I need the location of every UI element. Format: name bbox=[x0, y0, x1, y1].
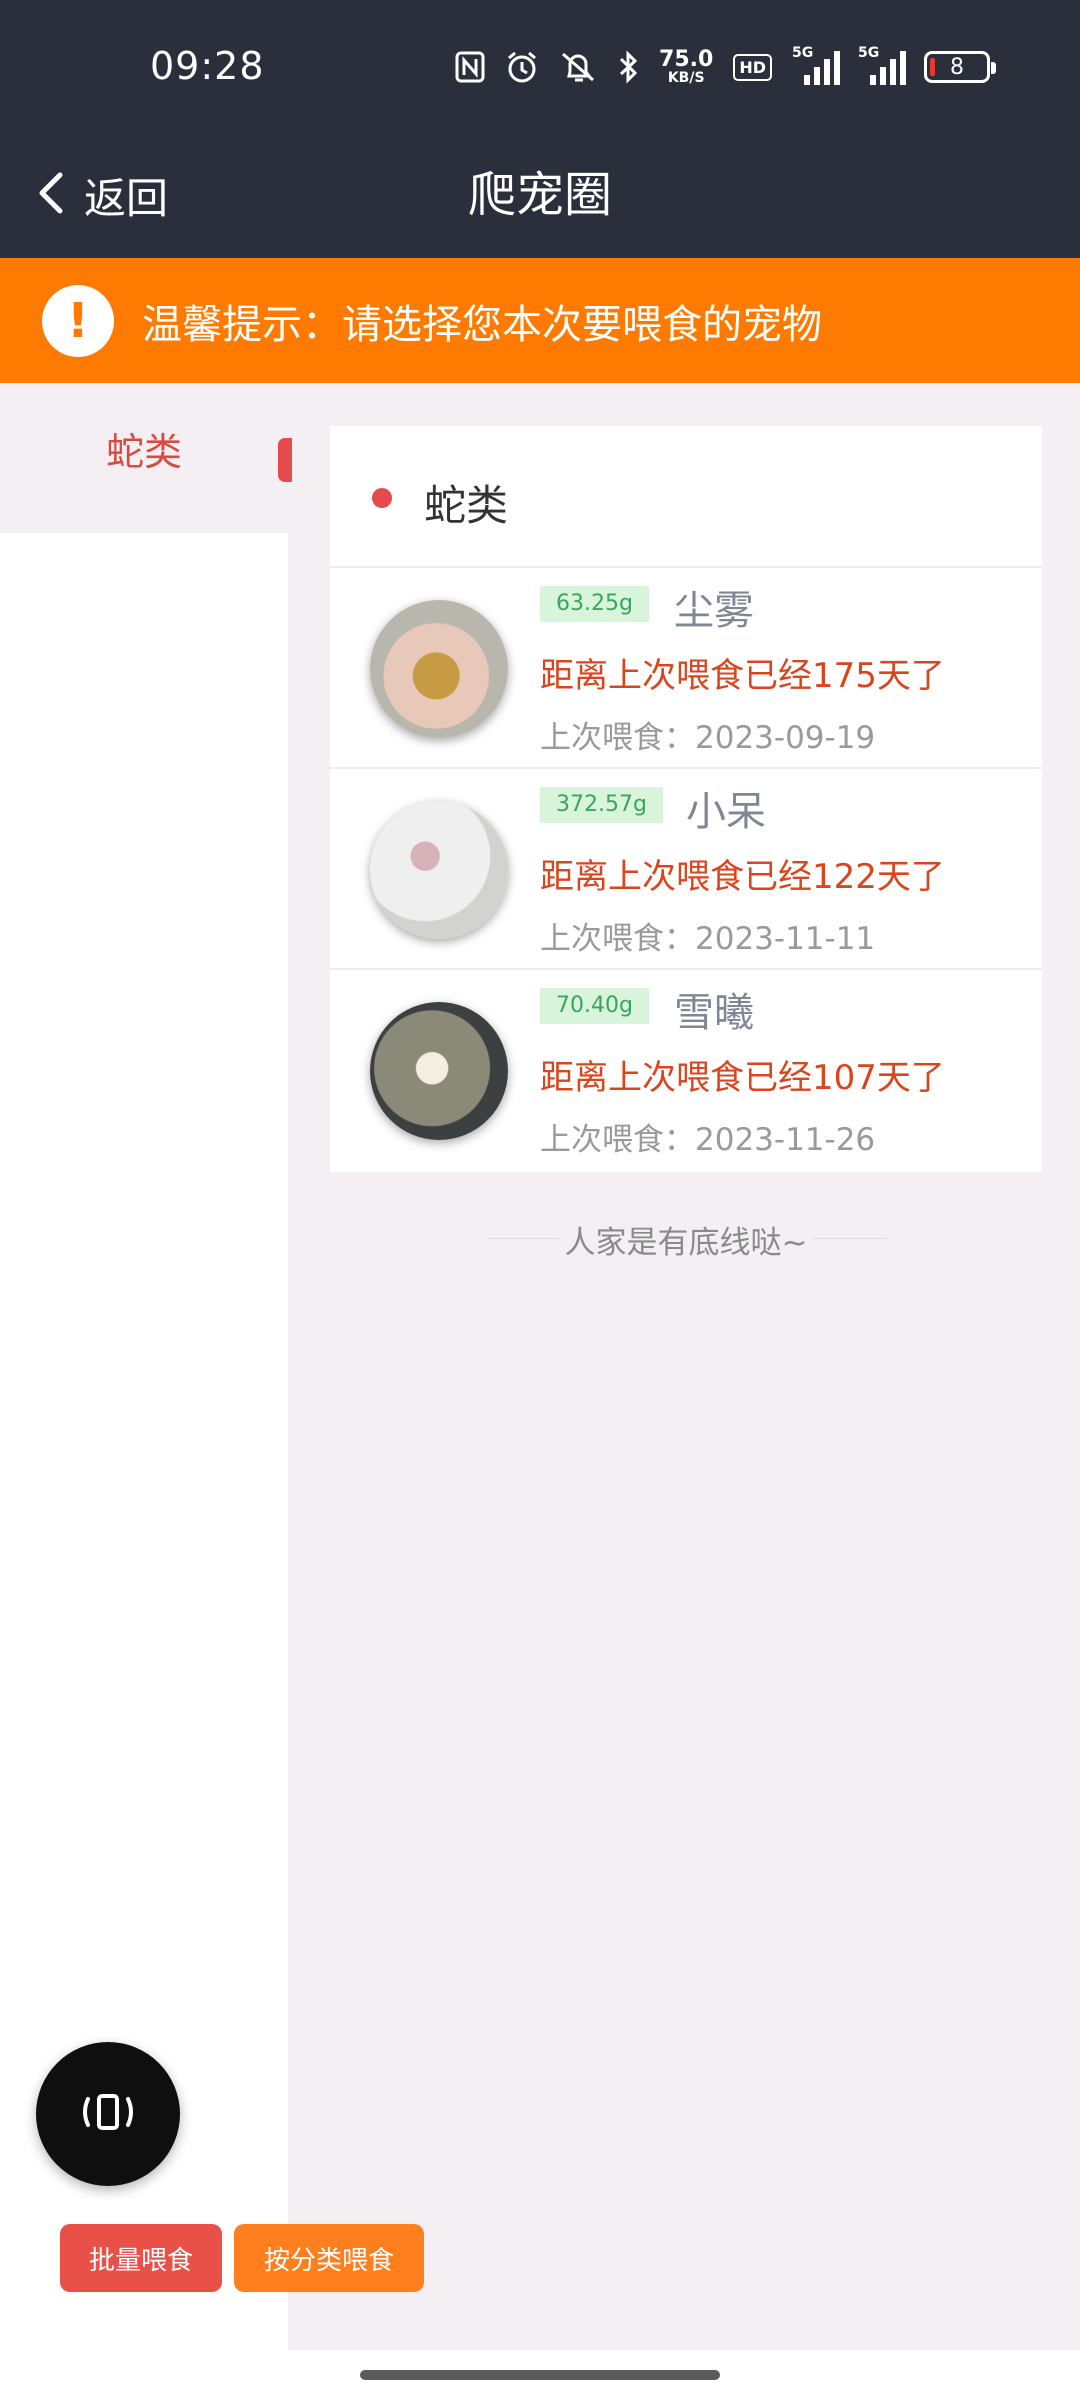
pet-weight-badge: 372.57g bbox=[540, 787, 663, 823]
hd-icon: HD bbox=[733, 53, 772, 81]
network-speed-value: 75.0 bbox=[659, 47, 714, 72]
sidebar-item-snakes[interactable]: 蛇类 bbox=[0, 383, 292, 533]
pet-days-since-feed: 距离上次喂食已经122天了 bbox=[540, 857, 945, 897]
pet-last-feed: 上次喂食：2023-11-11 bbox=[540, 921, 876, 957]
nfc-icon bbox=[455, 51, 485, 83]
back-button[interactable]: 返回 bbox=[36, 155, 168, 235]
end-of-list-text: 人家是有底线哒~ bbox=[558, 1216, 814, 1262]
network-speed-unit: KB/S bbox=[667, 70, 705, 86]
nav-bar: 爬宠圈 返回 bbox=[0, 135, 1080, 258]
sidebar-item-label: 蛇类 bbox=[105, 430, 182, 474]
status-icons: 75.0 KB/S HD 5G 5G 8 bbox=[455, 45, 996, 88]
pet-avatar bbox=[370, 1002, 508, 1140]
network-speed: 75.0 KB/S bbox=[659, 47, 714, 86]
sidebar-active-indicator bbox=[278, 438, 292, 482]
home-indicator[interactable] bbox=[360, 2370, 720, 2380]
mute-icon bbox=[559, 50, 597, 84]
battery-icon: 8 bbox=[924, 51, 996, 83]
exclamation-icon: ! bbox=[42, 284, 114, 357]
category-header: 蛇类 bbox=[330, 426, 1042, 568]
pet-last-feed: 上次喂食：2023-09-19 bbox=[540, 720, 876, 756]
tip-text: 温馨提示：请选择您本次要喂食的宠物 bbox=[142, 301, 822, 348]
pet-weight-badge: 70.40g bbox=[540, 988, 649, 1024]
signal-icon: 5G bbox=[858, 45, 906, 85]
pet-row[interactable]: 63.25g 尘雾 距离上次喂食已经175天了 上次喂食：2023-09-19 bbox=[330, 568, 1042, 769]
pet-days-since-feed: 距离上次喂食已经175天了 bbox=[540, 656, 945, 696]
pet-last-feed: 上次喂食：2023-11-26 bbox=[540, 1122, 876, 1158]
pet-row[interactable]: 70.40g 雪曦 距离上次喂食已经107天了 上次喂食：2023-11-26 bbox=[330, 970, 1042, 1171]
category-feed-button[interactable]: 按分类喂食 bbox=[234, 2224, 424, 2292]
rotate-icon bbox=[76, 2085, 140, 2143]
end-of-list: 人家是有底线哒~ bbox=[486, 1216, 886, 1262]
battery-level: 8 bbox=[950, 54, 964, 80]
pet-days-since-feed: 距离上次喂食已经107天了 bbox=[540, 1058, 945, 1098]
rotate-floating-button[interactable] bbox=[36, 2042, 180, 2186]
status-time: 09:28 bbox=[150, 44, 265, 88]
alarm-icon bbox=[505, 50, 539, 84]
back-label: 返回 bbox=[84, 173, 169, 223]
batch-feed-button[interactable]: 批量喂食 bbox=[60, 2224, 222, 2292]
pet-weight-badge: 63.25g bbox=[540, 586, 649, 622]
category-dot bbox=[372, 488, 392, 508]
signal-icon: 5G bbox=[792, 45, 840, 85]
bluetooth-icon bbox=[617, 50, 639, 84]
category-card: 蛇类 63.25g 尘雾 距离上次喂食已经175天了 上次喂食：2023-09-… bbox=[330, 426, 1042, 1172]
pet-name: 雪曦 bbox=[674, 990, 754, 1036]
pet-avatar bbox=[370, 801, 508, 939]
pet-name: 小呆 bbox=[686, 789, 766, 835]
status-bar: 09:28 75.0 KB/S HD 5G 5G 8 bbox=[0, 0, 1080, 135]
pet-avatar bbox=[370, 600, 508, 738]
category-title: 蛇类 bbox=[424, 481, 509, 530]
chevron-left-icon bbox=[36, 171, 66, 219]
pet-name: 尘雾 bbox=[674, 588, 754, 634]
tip-banner: ! 温馨提示：请选择您本次要喂食的宠物 bbox=[0, 258, 1080, 383]
pet-row[interactable]: 372.57g 小呆 距离上次喂食已经122天了 上次喂食：2023-11-11 bbox=[330, 769, 1042, 970]
